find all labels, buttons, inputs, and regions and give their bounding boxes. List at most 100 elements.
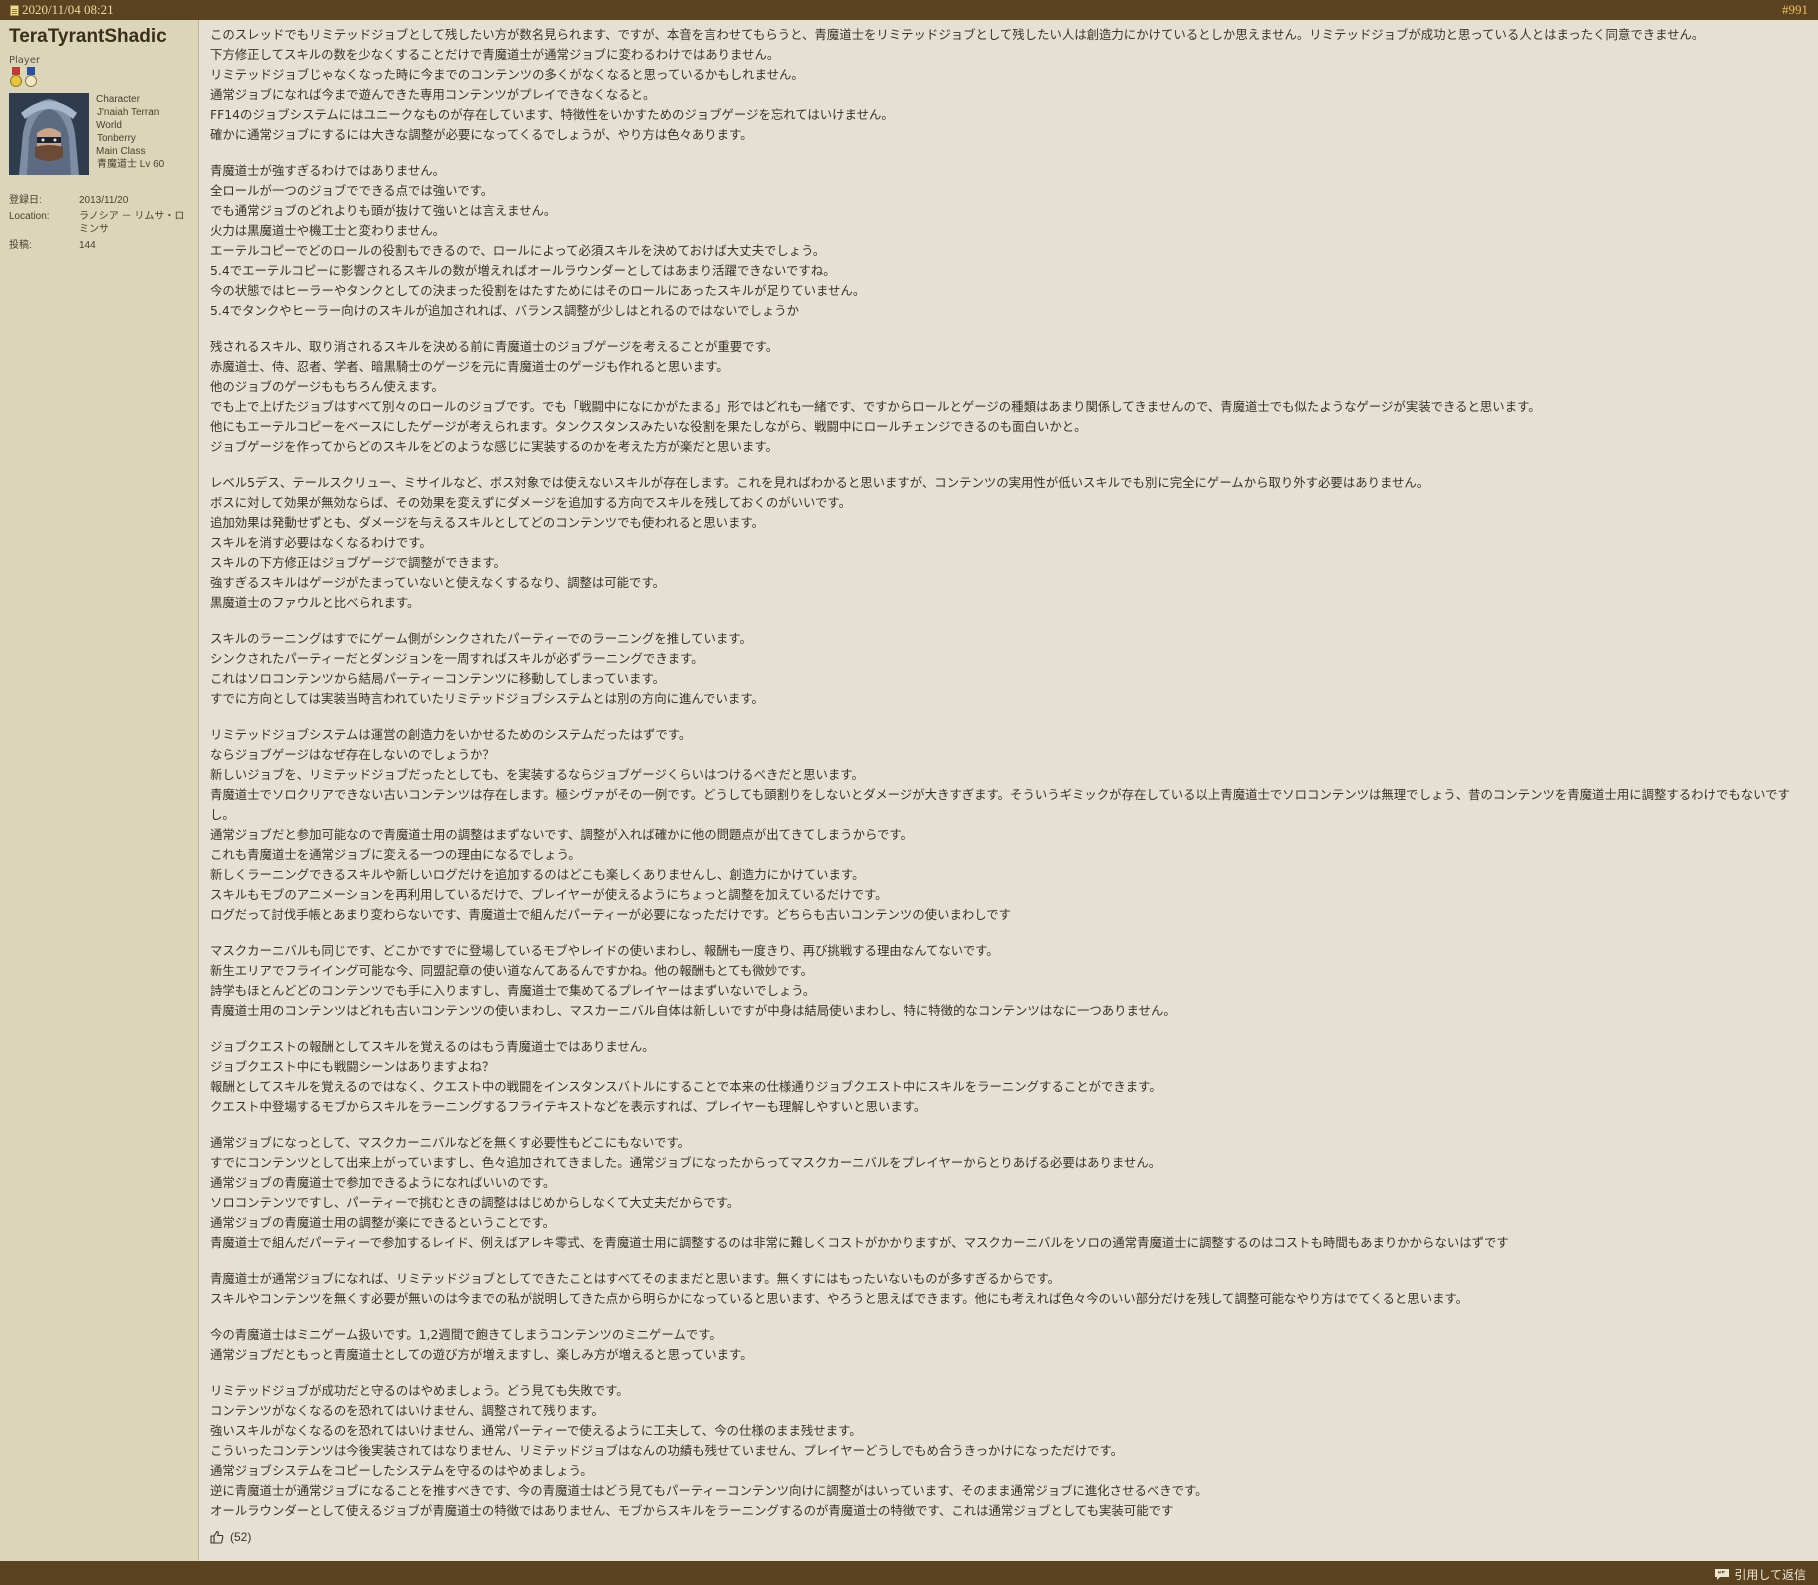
world-label: World (96, 120, 122, 131)
like-count: (52) (230, 1530, 252, 1544)
message-line: 青魔道士用のコンテンツはどれも古いコンテンツの使いまわし、マスカーニバル自体は新… (210, 1003, 1176, 1018)
message-paragraph: レベル5デス、テールスクリュー、ミサイルなど、ボス対象では使えないスキルが存在し… (210, 473, 1806, 613)
post-date: 2020/11/04 08:21 (10, 2, 114, 18)
post-footer: ❝❞ 引用して返信 (0, 1561, 1818, 1585)
post-number-link[interactable]: #991 (1782, 2, 1808, 18)
message-line: レベル5デス、テールスクリュー、ミサイルなど、ボス対象では使えないスキルが存在し… (210, 475, 1430, 490)
message-line: このスレッドでもリミテッドジョブとして残したい方が数名見られます、ですが、本音を… (210, 27, 1705, 42)
message-line: 今の状態ではヒーラーやタンクとしての決まった役割をはたすためにはそのロールにあっ… (210, 283, 866, 298)
message-line: でも上で上げたジョブはすべて別々のロールのジョブです。でも「戦闘中になにかがたま… (210, 399, 1541, 414)
message-paragraph: 残されるスキル、取り消されるスキルを決める前に青魔道士のジョブゲージを考えること… (210, 337, 1806, 457)
message-line: 詩学もほとんどどのコンテンツでも手に入りますし、青魔道士で集めてるプレイヤーはま… (210, 983, 816, 998)
message-paragraph: 今の青魔道士はミニゲーム扱いです。1,2週間で飽きてしまうコンテンツのミニゲーム… (210, 1325, 1806, 1365)
message-line: すでにコンテンツとして出来上がっていますし、色々追加されてきました。通常ジョブに… (210, 1155, 1162, 1170)
svg-text:❝❞: ❝❞ (1718, 1570, 1726, 1578)
message-line: 通常ジョブだともっと青魔道士としての遊び方が増えますし、楽しみ方が増えると思って… (210, 1347, 753, 1362)
message-line: 新生エリアでフライイング可能な今、同盟記章の使い道なんてあるんですかね。他の報酬… (210, 963, 814, 978)
message-line: 残されるスキル、取り消されるスキルを決める前に青魔道士のジョブゲージを考えること… (210, 339, 779, 354)
message-line: 赤魔道士、侍、忍者、学者、暗黒騎士のゲージを元に青魔道士のゲージも作れると思いま… (210, 359, 729, 374)
message-line: ジョブクエストの報酬としてスキルを覚えるのはもう青魔道士ではありません。 (210, 1039, 655, 1054)
posts-label: 投稿: (9, 240, 32, 251)
post-content: このスレッドでもリミテッドジョブとして残したい方が数名見られます、ですが、本音を… (200, 20, 1818, 1561)
location-value: ラノシア － リムサ・ロミンサ (79, 211, 185, 235)
message-line: 他にもエーテルコピーをベースにしたゲージが考えられます。タンクスタンスみたいな役… (210, 419, 1087, 434)
message-line: 強いスキルがなくなるのを恐れてはいけません、通常パーティーで使えるように工夫して… (210, 1423, 862, 1438)
message-line: これはソロコンテンツから結局パーティーコンテンツに移動してしまっています。 (210, 671, 665, 686)
forum-post: 2020/11/04 08:21 #991 TeraTyrantShadic P… (0, 0, 1818, 1585)
like-button[interactable]: (52) (210, 1530, 251, 1544)
message-line: 報酬としてスキルを覚えるのではなく、クエスト中の戦闘をインスタンスバトルにするこ… (210, 1079, 1162, 1094)
message-paragraph: 通常ジョブになっとして、マスクカーニバルなどを無くす必要性もどこにもないです。す… (210, 1133, 1806, 1253)
message-line: マスクカーニバルも同じです、どこかですでに登場しているモブやレイドの使いまわし、… (210, 943, 999, 958)
message-line: 5.4でエーテルコピーに影響されるスキルの数が増えればオールラウンダーとしてはあ… (210, 263, 836, 278)
message-line: 確かに通常ジョブにするには大きな調整が必要になってくるでしょうが、やり方は色々あ… (210, 127, 753, 142)
message-line: 新しくラーニングできるスキルや新しいログだけを追加するのはどこも楽しくありません… (210, 867, 865, 882)
post-message: このスレッドでもリミテッドジョブとして残したい方が数名見られます、ですが、本音を… (210, 25, 1806, 1537)
character-label: Character (96, 94, 140, 105)
message-line: 通常ジョブだと参加可能なので青魔道士用の調整はまずないです、調整が入れば確かに他… (210, 827, 913, 842)
quote-reply-label: 引用して返信 (1734, 1568, 1806, 1582)
message-line: 通常ジョブシステムをコピーしたシステムを守るのはやめましょう。 (210, 1463, 593, 1478)
message-paragraph: 青魔道士が強すぎるわけではありません。全ロールが一つのジョブでできる点では強いで… (210, 161, 1806, 321)
message-line: ソロコンテンツですし、パーティーで挑むときの調整ははじめからしなくて大丈夫だから… (210, 1195, 740, 1210)
message-line: 青魔道士が通常ジョブになれば、リミテッドジョブとしてできたことはすべてそのままだ… (210, 1271, 1060, 1286)
message-line: スキルを消す必要はなくなるわけです。 (210, 535, 432, 550)
message-line: 全ロールが一つのジョブでできる点では強いです。 (210, 183, 494, 198)
message-line: 追加効果は発動せずとも、ダメージを与えるスキルとしてどのコンテンツでも使われると… (210, 515, 764, 530)
message-line: 火力は黒魔道士や機工士と変わりません。 (210, 223, 446, 238)
message-line: 5.4でタンクやヒーラー向けのスキルが追加されれば、バランス調整が少しはとれるの… (210, 303, 800, 318)
message-line: リミテッドジョブじゃなくなった時に今までのコンテンツの多くがなくなると思っている… (210, 67, 804, 82)
main-class-value: 青魔道士 Lv 60 (97, 159, 165, 170)
message-paragraph: このスレッドでもリミテッドジョブとして残したい方が数名見られます、ですが、本音を… (210, 25, 1806, 145)
message-line: ボスに対して効果が無効ならば、その効果を変えずにダメージを追加する方向でスキルを… (210, 495, 851, 510)
main-class-label: Main Class (96, 146, 146, 157)
message-line: リミテッドジョブシステムは運営の創造力をいかせるためのシステムだったはずです。 (210, 727, 692, 742)
message-line: こういったコンテンツは今後実装されてはなりません、リミテッドジョブはなんの功績も… (210, 1443, 1124, 1458)
message-line: すでに方向としては実装当時言われていたリミテッドジョブシステムとは別の方向に進ん… (210, 691, 764, 706)
message-line: 青魔道士でソロクリアできない古いコンテンツは存在します。極シヴァがその一例です。… (210, 787, 1790, 822)
message-line: シンクされたパーティーだとダンジョンを一周すればスキルが必ずラーニングできます。 (210, 651, 704, 666)
message-line: 通常ジョブの青魔道士で参加できるようになればいいのです。 (210, 1175, 556, 1190)
message-paragraph: リミテッドジョブシステムは運営の創造力をいかせるためのシステムだったはずです。な… (210, 725, 1806, 925)
message-line: でも通常ジョブのどれよりも頭が抜けて強いとは言えません。 (210, 203, 557, 218)
message-line: 通常ジョブの青魔道士用の調整が楽にできるということです。 (210, 1215, 556, 1230)
join-date-value: 2013/11/20 (79, 195, 129, 206)
post-header: 2020/11/04 08:21 #991 (0, 0, 1818, 20)
message-line: オールラウンダーとして使えるジョブが青魔道士の特徴ではありません、モブからスキル… (210, 1503, 1174, 1518)
message-line: ならジョブゲージはなぜ存在しないのでしょうか？ (210, 747, 495, 762)
quote-reply-button[interactable]: ❝❞ 引用して返信 (1714, 1566, 1806, 1583)
message-line: 逆に青魔道士が通常ジョブになることを推すべきです、今の青魔道士はどう見てもパーテ… (210, 1483, 1208, 1498)
character-name-link[interactable]: J'naiah Terran (96, 106, 164, 119)
message-line: 新しいジョブを、リミテッドジョブだったとしても、を実装するならジョブゲージくらい… (210, 767, 864, 782)
message-line: 黒魔道士のファウルと比べられます。 (210, 595, 420, 610)
world-name: Tonberry (97, 133, 136, 144)
medal-icon (9, 67, 23, 89)
quote-bubble-icon: ❝❞ (1715, 1569, 1730, 1580)
message-line: スキルの下方修正はジョブゲージで調整ができます。 (210, 555, 506, 570)
post-date-text: 2020/11/04 08:21 (22, 2, 114, 17)
message-line: リミテッドジョブが成功だと守るのはやめましょう。どう見ても失敗です。 (210, 1383, 629, 1398)
message-line: クエスト中登場するモブからスキルをラーニングするフライテキストなどを表示すれば、… (210, 1099, 927, 1114)
medals (9, 67, 38, 89)
avatar[interactable] (9, 93, 89, 175)
message-line: ジョブクエスト中にも戦闘シーンはありますよね？ (210, 1059, 495, 1074)
message-line: ジョブゲージを作ってからどのスキルをどのような感じに実装するのかを考えた方が楽だ… (210, 439, 778, 454)
message-line: 他のジョブのゲージももちろん使えます。 (210, 379, 444, 394)
user-title: Player (9, 55, 41, 66)
message-line: 青魔道士が強すぎるわけではありません。 (210, 163, 446, 178)
message-line: 青魔道士で組んだパーティーで参加するレイド、例えばアレキ零式、を青魔道士用に調整… (210, 1235, 1509, 1250)
message-paragraph: スキルのラーニングはすでにゲーム側がシンクされたパーティーでのラーニングを推して… (210, 629, 1806, 709)
username-link[interactable]: TeraTyrantShadic (9, 26, 167, 48)
message-line: 今の青魔道士はミニゲーム扱いです。1,2週間で飽きてしまうコンテンツのミニゲーム… (210, 1327, 722, 1342)
thumbs-up-icon (210, 1530, 224, 1544)
location-label: Location: (9, 211, 50, 222)
message-line: 下方修正してスキルの数を少なくすることだけで青魔道士が通常ジョブに変わるわけでは… (210, 47, 780, 62)
posts-count: 144 (79, 240, 96, 251)
message-line: コンテンツがなくなるのを恐れてはいけません、調整されて残ります。 (210, 1403, 604, 1418)
message-paragraph: マスクカーニバルも同じです、どこかですでに登場しているモブやレイドの使いまわし、… (210, 941, 1806, 1021)
user-sidebar: TeraTyrantShadic Player Character J'naia… (0, 20, 199, 1561)
message-line: ログだって討伐手帳とあまり変わらないです、青魔道士で組んだパーティーが必要になっ… (210, 907, 1012, 922)
message-line: スキルもモブのアニメーションを再利用しているだけで、プレイヤーが使えるようにちょ… (210, 887, 888, 902)
message-paragraph: リミテッドジョブが成功だと守るのはやめましょう。どう見ても失敗です。 コンテンツが… (210, 1381, 1806, 1521)
message-paragraph: 青魔道士が通常ジョブになれば、リミテッドジョブとしてできたことはすべてそのままだ… (210, 1269, 1806, 1309)
